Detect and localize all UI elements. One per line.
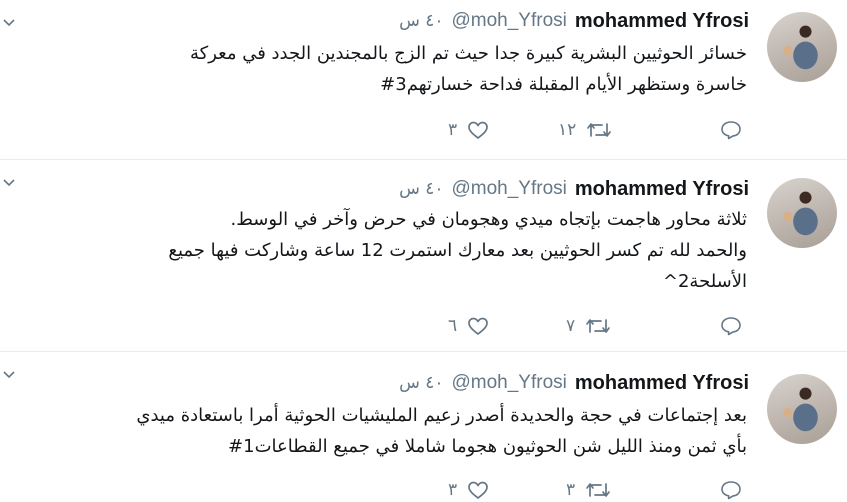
heart-icon bbox=[467, 316, 489, 336]
reply-icon bbox=[720, 316, 742, 336]
tweet-3[interactable]: ٤٠ س @moh_Yfrosi mohammed Yfrosi بعد إجت… bbox=[0, 352, 847, 500]
retweet-count: ٧ bbox=[566, 316, 576, 336]
like-button[interactable]: ٣ bbox=[448, 118, 489, 142]
like-count: ٣ bbox=[448, 120, 458, 140]
tweet-actions: ٧ ٦ bbox=[0, 160, 847, 352]
like-button[interactable]: ٣ bbox=[448, 478, 489, 502]
retweet-icon bbox=[586, 120, 612, 140]
reply-button[interactable] bbox=[720, 478, 742, 502]
like-count: ٦ bbox=[448, 316, 458, 336]
like-button[interactable]: ٦ bbox=[448, 314, 489, 338]
retweet-button[interactable]: ٧ bbox=[566, 314, 611, 338]
tweet-1[interactable]: ٤٠ س @moh_Yfrosi mohammed Yfrosi خسائر ا… bbox=[0, 0, 847, 160]
retweet-count: ١٢ bbox=[558, 120, 577, 140]
retweet-icon bbox=[585, 480, 611, 500]
retweet-button[interactable]: ٣ bbox=[566, 478, 611, 502]
reply-icon bbox=[720, 480, 742, 500]
retweet-icon bbox=[585, 316, 611, 336]
like-count: ٣ bbox=[448, 480, 458, 500]
tweet-actions: ٣ ٣ bbox=[0, 352, 847, 500]
reply-button[interactable] bbox=[720, 314, 742, 338]
reply-button[interactable] bbox=[720, 118, 742, 142]
retweet-button[interactable]: ١٢ bbox=[558, 118, 612, 142]
heart-icon bbox=[467, 480, 489, 500]
tweet-2[interactable]: ٤٠ س @moh_Yfrosi mohammed Yfrosi ثلاثة م… bbox=[0, 160, 847, 352]
heart-icon bbox=[467, 120, 489, 140]
retweet-count: ٣ bbox=[566, 480, 576, 500]
tweet-actions: ١٢ ٣ bbox=[0, 0, 847, 160]
reply-icon bbox=[720, 120, 742, 140]
